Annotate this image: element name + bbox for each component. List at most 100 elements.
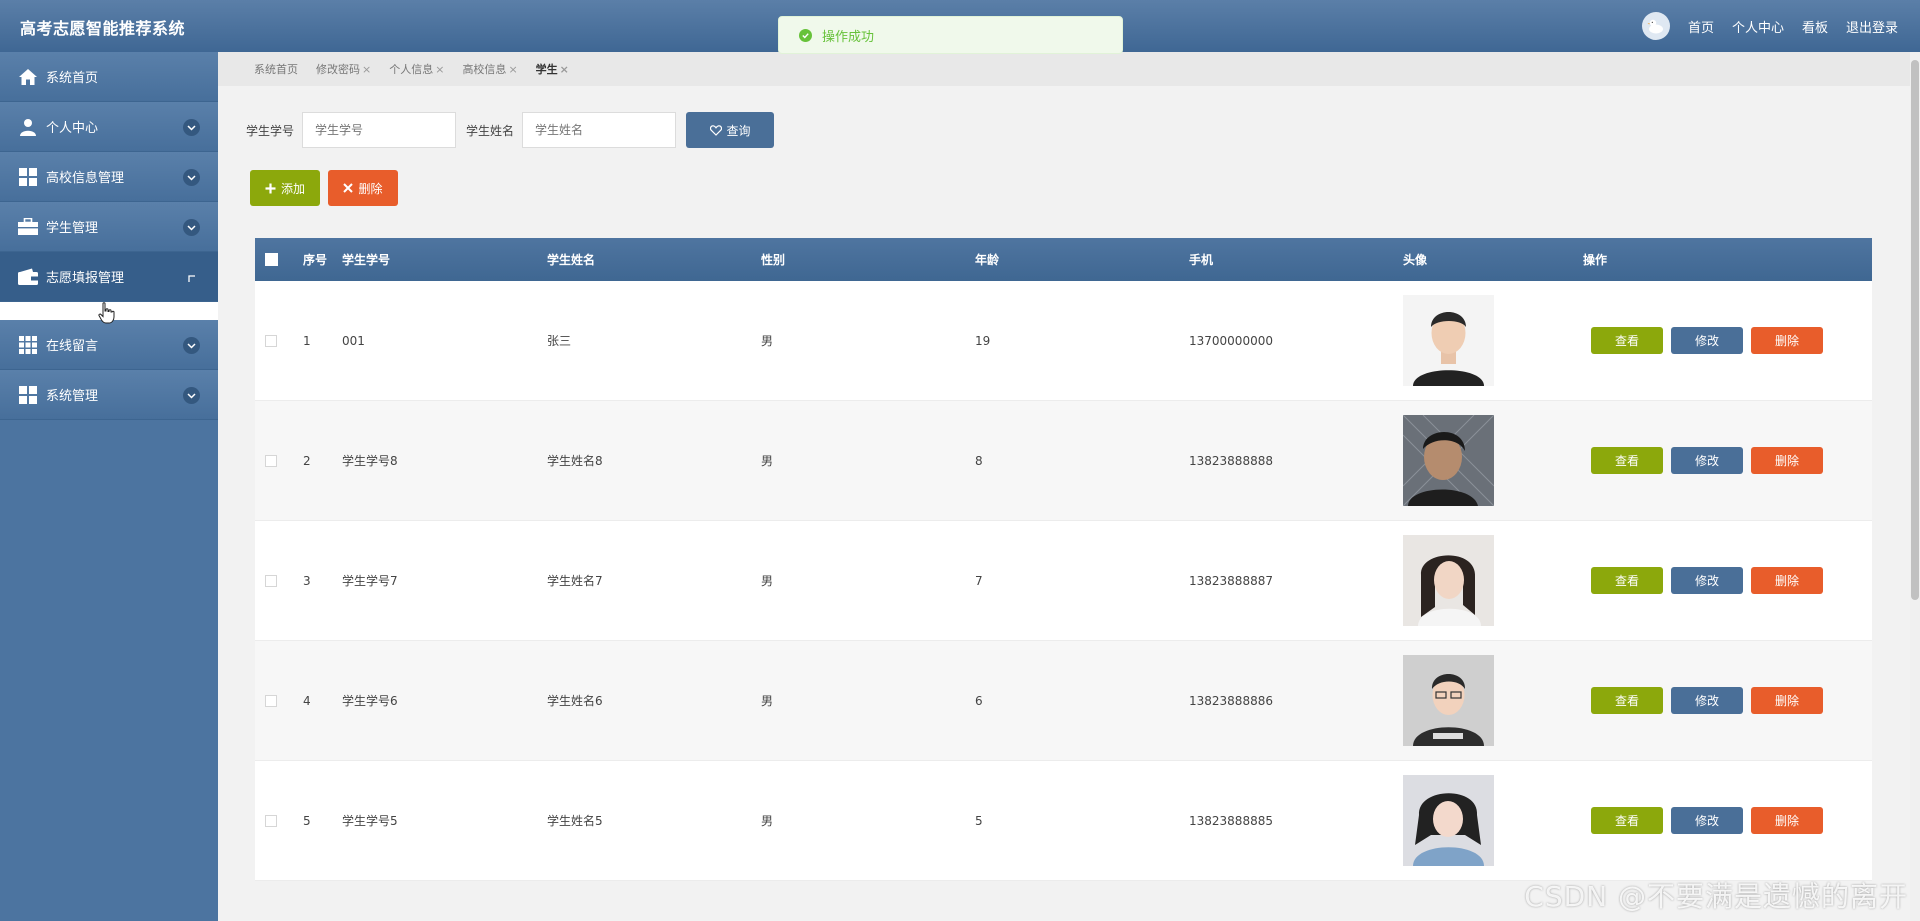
hand-cursor-icon <box>98 302 116 328</box>
cell-student-name: 学生姓名8 <box>547 454 603 468</box>
sidebar-item-label: 在线留言 <box>46 339 99 354</box>
cell-student-no: 学生学号8 <box>342 454 398 468</box>
sidebar: 系统首页 个人中心 高校信息管理 学生管理 志愿填报管理 在线留言 系统管理 <box>0 52 218 921</box>
nav-logout-link[interactable]: 退出登录 <box>1846 17 1898 36</box>
chevron-down-icon[interactable] <box>183 219 200 236</box>
header-phone: 手机 <box>1189 253 1214 267</box>
delete-button[interactable]: 删除 <box>1751 447 1823 474</box>
sidebar-item-college[interactable]: 高校信息管理 <box>0 152 218 202</box>
header-student-name: 学生姓名 <box>547 253 596 267</box>
briefcase-icon <box>18 217 38 237</box>
cell-student-no: 学生学号7 <box>342 574 398 588</box>
chevron-down-icon[interactable] <box>183 119 200 136</box>
edit-button[interactable]: 修改 <box>1671 567 1743 594</box>
view-button[interactable]: 查看 <box>1591 807 1663 834</box>
plus-icon <box>265 183 276 193</box>
user-icon <box>18 117 38 137</box>
header-avatar: 头像 <box>1403 253 1428 267</box>
grid-icon <box>18 385 38 405</box>
close-icon[interactable]: × <box>560 63 569 76</box>
wallet-icon <box>18 267 38 287</box>
table-row: 3 学生学号7 学生姓名7 男 7 13823888887 查看 修改 删除 <box>255 521 1872 641</box>
view-button[interactable]: 查看 <box>1591 687 1663 714</box>
cell-phone: 13700000000 <box>1189 333 1273 348</box>
header-ops: 操作 <box>1583 253 1608 267</box>
student-avatar-image <box>1403 415 1494 506</box>
cell-student-name: 学生姓名6 <box>547 694 603 708</box>
sidebar-item-label: 学生管理 <box>46 221 99 236</box>
student-name-label: 学生姓名 <box>466 123 515 138</box>
delete-button[interactable]: 删除 <box>1751 327 1823 354</box>
header-student-no: 学生学号 <box>342 253 391 267</box>
row-checkbox[interactable] <box>265 694 277 707</box>
batch-delete-button[interactable]: 删除 <box>328 170 398 206</box>
cell-sex: 男 <box>761 334 774 348</box>
view-button[interactable]: 查看 <box>1591 327 1663 354</box>
delete-button[interactable]: 删除 <box>1751 687 1823 714</box>
sidebar-item-home[interactable]: 系统首页 <box>0 52 218 102</box>
close-icon[interactable]: × <box>508 63 517 76</box>
watermark: CSDN @不要满是遗憾的离开 <box>1524 880 1908 913</box>
cell-sex: 男 <box>761 574 774 588</box>
query-button[interactable]: 查询 <box>686 112 775 148</box>
cell-sex: 男 <box>761 694 774 708</box>
select-all-checkbox[interactable] <box>265 253 278 266</box>
nav-personal-link[interactable]: 个人中心 <box>1732 17 1784 36</box>
sidebar-item-volunteer[interactable]: 志愿填报管理 <box>0 252 218 302</box>
nav-home-link[interactable]: 首页 <box>1688 17 1714 36</box>
cell-student-no: 学生学号6 <box>342 694 398 708</box>
edit-button[interactable]: 修改 <box>1671 807 1743 834</box>
row-checkbox[interactable] <box>265 334 277 347</box>
student-no-input[interactable] <box>302 112 457 148</box>
delete-button[interactable]: 删除 <box>1751 807 1823 834</box>
cell-student-name: 学生姓名7 <box>547 574 603 588</box>
sidebar-item-label: 个人中心 <box>46 121 99 136</box>
sidebar-item-personal[interactable]: 个人中心 <box>0 102 218 152</box>
add-button[interactable]: 添加 <box>250 170 320 206</box>
cell-index: 1 <box>303 333 311 348</box>
tag-college[interactable]: 高校信息 × <box>462 61 517 77</box>
tag-home[interactable]: 系统首页 <box>254 61 298 77</box>
table-row: 2 学生学号8 学生姓名8 男 8 13823888888 查看 修改 删除 <box>255 401 1872 521</box>
edit-button[interactable]: 修改 <box>1671 447 1743 474</box>
edit-button[interactable]: 修改 <box>1671 327 1743 354</box>
top-nav: 首页 个人中心 看板 退出登录 <box>1641 12 1898 40</box>
sidebar-item-student[interactable]: 学生管理 <box>0 202 218 252</box>
collapse-corner-icon[interactable] <box>188 272 196 287</box>
toast-message: 操作成功 <box>822 29 875 45</box>
view-button[interactable]: 查看 <box>1591 567 1663 594</box>
cell-age: 7 <box>975 573 983 588</box>
app-title: 高考志愿智能推荐系统 <box>20 19 186 38</box>
cell-sex: 男 <box>761 454 774 468</box>
view-button[interactable]: 查看 <box>1591 447 1663 474</box>
scrollbar-thumb[interactable] <box>1911 60 1919 600</box>
grid-icon <box>18 167 38 187</box>
row-checkbox[interactable] <box>265 574 277 587</box>
cell-phone: 13823888888 <box>1189 453 1273 468</box>
edit-button[interactable]: 修改 <box>1671 687 1743 714</box>
header-age: 年龄 <box>975 253 1000 267</box>
close-icon[interactable]: × <box>362 63 371 76</box>
tag-profile[interactable]: 个人信息 × <box>389 61 444 77</box>
tag-student[interactable]: 学生 × <box>536 61 569 77</box>
chevron-down-icon[interactable] <box>183 169 200 186</box>
nav-board-link[interactable]: 看板 <box>1802 17 1828 36</box>
tag-password[interactable]: 修改密码 × <box>316 61 371 77</box>
search-form: 学生学号 学生姓名 查询 <box>246 112 775 148</box>
sidebar-item-label: 志愿填报管理 <box>46 271 125 286</box>
cell-index: 3 <box>303 573 311 588</box>
row-checkbox[interactable] <box>265 454 277 467</box>
student-name-input[interactable] <box>522 112 677 148</box>
cell-index: 5 <box>303 813 311 828</box>
home-icon <box>18 67 38 87</box>
user-avatar[interactable] <box>1641 12 1670 40</box>
row-checkbox[interactable] <box>265 814 277 827</box>
duck-icon <box>1647 19 1663 34</box>
close-icon[interactable]: × <box>435 63 444 76</box>
chevron-down-icon[interactable] <box>183 337 200 354</box>
check-circle-icon <box>799 28 812 42</box>
sidebar-item-system[interactable]: 系统管理 <box>0 370 218 420</box>
delete-button[interactable]: 删除 <box>1751 567 1823 594</box>
chevron-down-icon[interactable] <box>183 387 200 404</box>
header-sex: 性别 <box>761 253 786 267</box>
